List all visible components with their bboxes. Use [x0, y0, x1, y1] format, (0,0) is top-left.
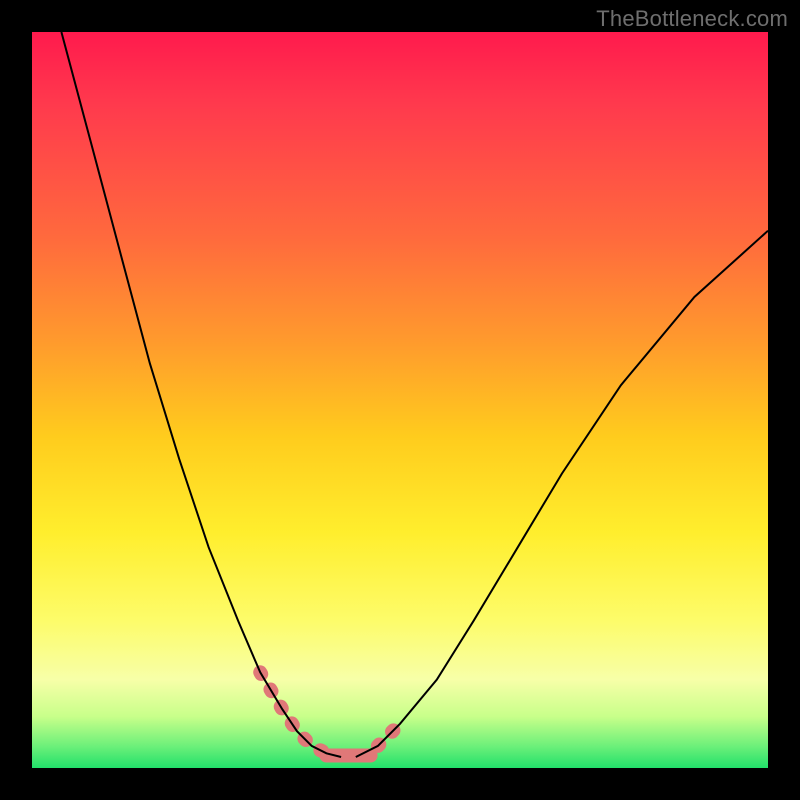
- left-curve: [61, 32, 341, 757]
- watermark-text: TheBottleneck.com: [596, 6, 788, 32]
- curve-layer: [32, 32, 768, 768]
- right-curve: [356, 231, 768, 757]
- confidence-band-left: [260, 672, 326, 753]
- plot-area: [32, 32, 768, 768]
- chart-frame: TheBottleneck.com: [0, 0, 800, 800]
